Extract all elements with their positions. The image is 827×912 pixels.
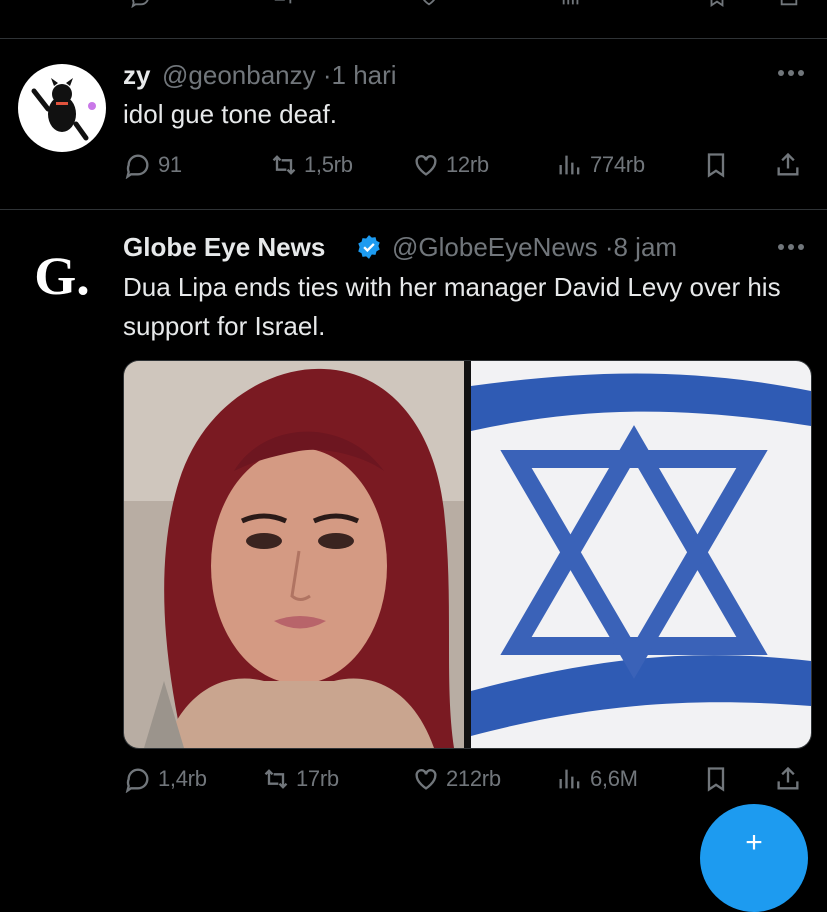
divider [0, 209, 827, 210]
separator-dot: · [604, 232, 614, 262]
reply-count: 1,4rb [158, 766, 207, 791]
bookmark-button[interactable] [702, 764, 736, 794]
reply-count: 91 [158, 152, 182, 177]
reply-button[interactable]: 1,4rb [124, 764, 207, 794]
share-icon [777, 152, 799, 176]
repost-icon [264, 769, 288, 789]
like-button[interactable]: 12rb [412, 150, 489, 180]
view-count: 6,6M [590, 766, 638, 791]
like-button[interactable]: 212rb [412, 764, 501, 794]
like-icon[interactable] [418, 0, 440, 8]
bookmark-icon [707, 767, 725, 792]
share-button[interactable] [774, 150, 808, 180]
divider [0, 38, 827, 39]
display-name[interactable]: Globe Eye News [123, 232, 325, 263]
timestamp[interactable]: 1 hari [332, 60, 397, 90]
portrait-photo [124, 361, 464, 748]
tweet-meta: @GlobeEyeNews ·8 jam [392, 232, 677, 263]
repost-count: 17rb [296, 766, 339, 791]
tweet-text: idol gue tone deaf. [123, 99, 337, 129]
views-icon[interactable] [560, 0, 582, 8]
like-count: 12rb [446, 152, 489, 177]
avatar[interactable] [18, 64, 106, 152]
view-count: 774rb [590, 152, 645, 177]
like-icon [415, 155, 437, 176]
plus-icon: + [745, 826, 763, 859]
media-images [124, 361, 811, 748]
reply-button[interactable]: 91 [124, 150, 182, 180]
cat-avatar-image [31, 78, 96, 141]
more-icon[interactable] [776, 68, 806, 78]
tweet-media[interactable] [123, 360, 812, 749]
repost-button[interactable]: 17rb [262, 764, 339, 794]
bookmark-icon [707, 153, 725, 178]
handle[interactable]: @geonbanzy [162, 60, 316, 90]
verified-badge-icon [358, 235, 380, 259]
previous-tweet-actions [0, 0, 827, 12]
views-button[interactable]: 6,6M [556, 764, 638, 794]
reply-icon [125, 154, 149, 179]
share-icon[interactable] [778, 0, 800, 8]
separator-dot: · [322, 60, 332, 90]
views-icon [559, 155, 580, 175]
bookmark-icon[interactable] [706, 0, 728, 8]
like-icon [415, 769, 437, 790]
reply-icon[interactable] [130, 0, 152, 9]
share-button[interactable] [774, 764, 808, 794]
reply-icon [125, 768, 149, 793]
repost-count: 1,5rb [304, 152, 353, 177]
repost-button[interactable]: 1,5rb [270, 150, 353, 180]
display-name[interactable]: zy [123, 60, 150, 91]
handle[interactable]: @GlobeEyeNews [392, 232, 598, 262]
timestamp[interactable]: 8 jam [614, 232, 678, 262]
views-icon [559, 769, 580, 789]
views-button[interactable]: 774rb [556, 150, 645, 180]
tweet-text: Dua Lipa ends ties with her manager Davi… [123, 272, 781, 341]
more-icon[interactable] [776, 242, 806, 252]
bookmark-button[interactable] [702, 150, 736, 180]
repost-icon[interactable] [272, 0, 294, 8]
media-divider [464, 361, 471, 748]
israel-flag-image [471, 361, 811, 748]
like-count: 212rb [446, 766, 501, 791]
avatar[interactable]: G. [18, 232, 106, 320]
share-icon [777, 766, 799, 790]
repost-icon [272, 155, 296, 175]
avatar-logo: G. [34, 246, 90, 306]
compose-button[interactable]: + [700, 804, 808, 912]
tweet-meta: @geonbanzy ·1 hari [162, 60, 397, 91]
